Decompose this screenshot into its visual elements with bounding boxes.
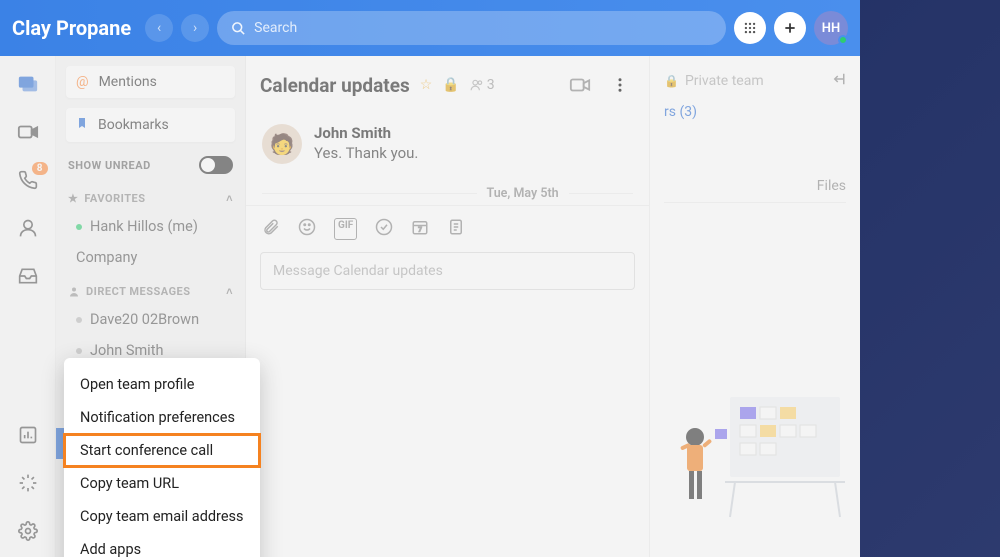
rail-apps-icon[interactable] <box>16 471 40 495</box>
sidebar-item-label: Hank Hillos (me) <box>90 218 198 235</box>
chevron-up-icon[interactable]: ˄ <box>226 285 233 298</box>
calendar-icon[interactable]: 7 <box>411 218 429 240</box>
at-icon: @ <box>76 74 89 90</box>
rail-contacts-icon[interactable] <box>16 216 40 240</box>
message-text: Yes. Thank you. <box>314 144 633 162</box>
more-button[interactable] <box>605 70 635 100</box>
member-count: 3 <box>487 77 495 93</box>
plus-icon <box>783 21 797 35</box>
rail-inbox-icon[interactable] <box>16 264 40 288</box>
files-tab[interactable]: Files <box>817 170 846 202</box>
rail-phone-icon[interactable]: 8 <box>16 168 40 192</box>
gif-icon[interactable]: GIF <box>334 218 357 240</box>
bookmarks-label: Bookmarks <box>98 117 169 133</box>
sidebar-item[interactable]: Company <box>56 242 245 273</box>
rail-analytics-icon[interactable] <box>16 423 40 447</box>
composer-input[interactable]: Message Calendar updates <box>260 252 635 290</box>
private-team-label: Private team <box>685 73 764 89</box>
presence-dot-icon <box>76 348 82 354</box>
message-avatar: 🧑 <box>262 124 302 164</box>
video-call-button[interactable] <box>569 74 591 96</box>
nav-back-button[interactable]: ‹ <box>145 14 173 42</box>
presence-dot-icon <box>76 317 82 323</box>
mentions-label: Mentions <box>99 74 157 90</box>
bookmark-icon <box>76 116 88 134</box>
menu-item[interactable]: Open team profile <box>64 368 260 401</box>
more-vertical-icon <box>611 76 629 94</box>
lock-icon: 🔒 <box>664 74 679 88</box>
star-icon: ★ <box>68 192 78 205</box>
rail-settings-icon[interactable] <box>16 519 40 543</box>
show-unread-toggle[interactable] <box>199 156 233 174</box>
note-icon[interactable] <box>447 218 465 240</box>
avatar-initials: HH <box>822 21 840 36</box>
day-separator: Tue, May 5th <box>262 186 633 201</box>
menu-item[interactable]: Add apps <box>64 533 260 557</box>
menu-item[interactable]: Start conference call <box>64 434 260 467</box>
message-row: 🧑 John Smith Yes. Thank you. <box>262 114 633 174</box>
lock-icon: 🔒 <box>442 77 459 93</box>
menu-item[interactable]: Copy team URL <box>64 467 260 500</box>
presence-dot-icon <box>838 35 848 45</box>
message-author: John Smith <box>314 124 391 142</box>
illustration <box>660 387 850 527</box>
context-menu: Open team profileNotification preference… <box>64 358 260 557</box>
sidebar-item[interactable]: Hank Hillos (me) <box>56 211 245 242</box>
brand: Clay Propane <box>12 16 131 40</box>
svg-text:7: 7 <box>419 227 423 234</box>
sidebar-item-label: Company <box>76 249 137 266</box>
menu-item[interactable]: Notification preferences <box>64 401 260 434</box>
favorites-header: FAVORITES <box>84 192 145 205</box>
dms-header: DIRECT MESSAGES <box>86 285 191 298</box>
conversation-title: Calendar updates <box>260 74 410 97</box>
dialpad-icon <box>743 21 757 35</box>
attach-icon[interactable] <box>262 218 280 240</box>
task-icon[interactable] <box>375 218 393 240</box>
dialpad-button[interactable] <box>734 12 766 44</box>
bookmarks-pill[interactable]: Bookmarks <box>66 108 235 142</box>
sidebar-item[interactable]: Dave20 02Brown <box>56 304 245 335</box>
expand-icon[interactable] <box>828 70 846 92</box>
mentions-pill[interactable]: @ Mentions <box>66 66 235 98</box>
chevron-up-icon[interactable]: ˄ <box>226 192 233 205</box>
rail-messages-icon[interactable] <box>16 72 40 96</box>
search-input[interactable]: Search <box>217 11 726 45</box>
menu-item[interactable]: Copy team email address <box>64 500 260 533</box>
members-link[interactable]: rs (3) <box>664 104 846 120</box>
presence-dot-icon <box>76 224 82 230</box>
avatar[interactable]: HH <box>814 11 848 45</box>
person-icon <box>68 286 80 298</box>
members-icon <box>470 78 484 92</box>
favorite-star-icon[interactable]: ☆ <box>420 77 433 93</box>
rail-video-icon[interactable] <box>16 120 40 144</box>
emoji-icon[interactable] <box>298 218 316 240</box>
sidebar-item-label: John Smith <box>90 342 163 359</box>
search-placeholder: Search <box>254 20 297 36</box>
show-unread-label: SHOW UNREAD <box>68 159 151 172</box>
phone-badge: 8 <box>32 162 48 175</box>
sidebar-item-label: Dave20 02Brown <box>90 311 199 328</box>
new-button[interactable] <box>774 12 806 44</box>
nav-forward-button[interactable]: › <box>181 14 209 42</box>
search-icon <box>231 21 246 36</box>
